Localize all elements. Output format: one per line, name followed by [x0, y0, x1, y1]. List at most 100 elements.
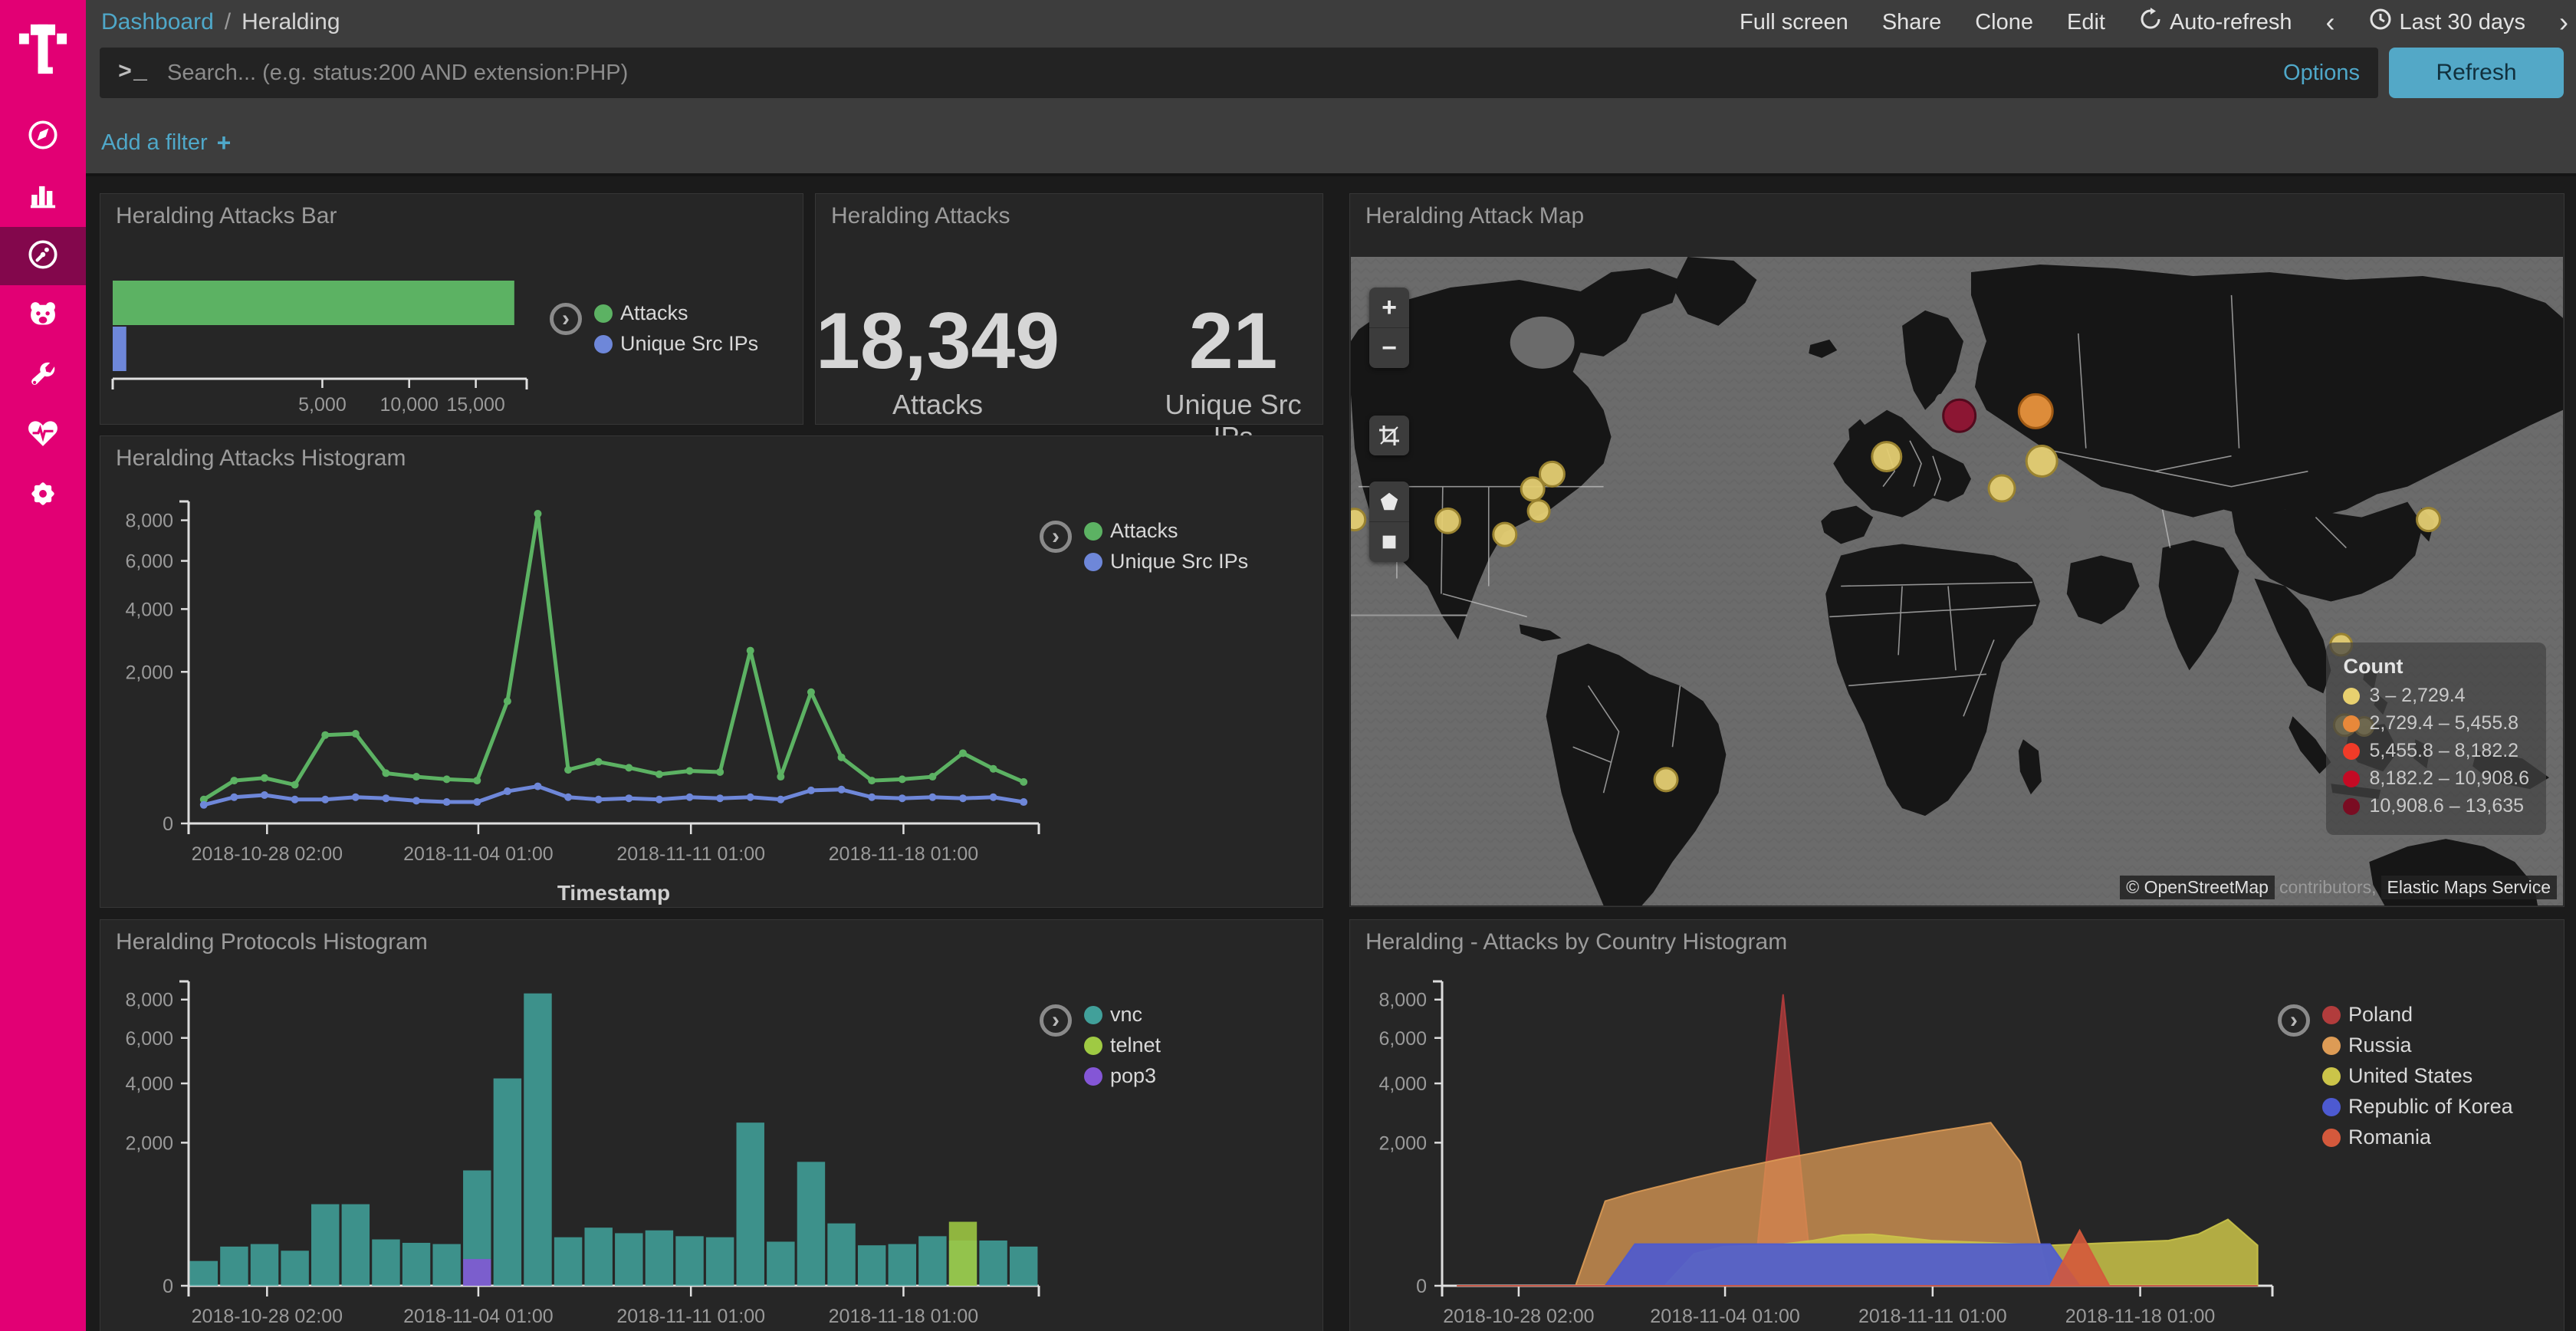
world-map[interactable]: + − Count: [1351, 257, 2563, 905]
unique-src-ips-count: 21: [1144, 301, 1322, 381]
svg-text:2018-10-28 02:00: 2018-10-28 02:00: [192, 843, 343, 865]
top-header: Dashboard / Heralding Full screen Share …: [86, 0, 2576, 176]
sidebar-item-monitoring[interactable]: [0, 406, 86, 465]
legend-expand-chevron-icon[interactable]: ›: [1040, 521, 1072, 553]
fit-bounds-crop-icon[interactable]: [1369, 416, 1409, 455]
panel-title: Heralding Attacks: [831, 203, 1010, 229]
map-legend-row: 10,908.6 – 13,635: [2343, 795, 2529, 817]
legend-expand-chevron-icon[interactable]: ›: [2278, 1004, 2310, 1037]
legend-item[interactable]: vnc: [1084, 1003, 1161, 1027]
attacks-metric: 18,349 Attacks: [816, 301, 1060, 453]
svg-text:2018-11-11 01:00: 2018-11-11 01:00: [1858, 1306, 2007, 1327]
legend-item[interactable]: Unique Src IPs: [1084, 550, 1248, 573]
svg-text:6,000: 6,000: [1378, 1028, 1427, 1050]
protocols-histogram-chart[interactable]: 02,0004,0006,0008,0002018-10-28 02:00201…: [100, 920, 1322, 1331]
bar-chart-icon: [27, 179, 59, 215]
panel-title: Heralding Attacks Bar: [116, 203, 337, 229]
sidebar-item-honeypot[interactable]: [0, 287, 86, 345]
zoom-out-button[interactable]: −: [1369, 328, 1409, 368]
svg-text:8,000: 8,000: [1378, 990, 1427, 1011]
panel-attacks-metric: Heralding Attacks 18,349 Attacks 21 Uniq…: [815, 193, 1323, 425]
svg-text:Timestamp: Timestamp: [557, 881, 670, 905]
chart-legend: › Poland Russia United States Republic of Ko…: [2278, 1003, 2513, 1149]
clone-button[interactable]: Clone: [1975, 10, 2033, 35]
map-legend-dot-icon: [2343, 771, 2360, 787]
kibana-dashboard: Dashboard / Heralding Full screen Share …: [0, 0, 2576, 1331]
draw-rectangle-icon[interactable]: [1369, 522, 1409, 562]
attacks-histogram-chart[interactable]: 02,0004,0006,0008,0002018-10-28 02:00201…: [100, 436, 1322, 909]
time-back-chevron-icon[interactable]: ‹: [2326, 8, 2335, 36]
clock-icon: [2369, 8, 2392, 37]
sidebar-item-management[interactable]: [0, 466, 86, 524]
header-divider: [86, 173, 2576, 176]
add-filter-link[interactable]: Add a filter: [101, 130, 208, 156]
search-input[interactable]: [166, 60, 2268, 87]
panel-title: Heralding - Attacks by Country Histogram: [1365, 929, 1787, 955]
metric-group: 18,349 Attacks 21 Unique Src IPs: [816, 301, 1322, 453]
legend-item[interactable]: Poland: [2322, 1003, 2513, 1027]
panel-title: Heralding Protocols Histogram: [116, 929, 428, 955]
breadcrumb-page-title: Heralding: [242, 9, 340, 35]
map-legend-row: 5,455.8 – 8,182.2: [2343, 740, 2529, 762]
map-legend-row: 2,729.4 – 5,455.8: [2343, 712, 2529, 735]
ems-attribution-link[interactable]: Elastic Maps Service: [2381, 876, 2557, 899]
time-forward-chevron-icon[interactable]: ›: [2559, 8, 2568, 36]
legend-expand-chevron-icon[interactable]: ›: [550, 303, 582, 335]
svg-text:4,000: 4,000: [125, 599, 173, 620]
svg-text:5,000: 5,000: [298, 394, 347, 416]
legend-item[interactable]: pop3: [1084, 1064, 1161, 1088]
map-legend-dot-icon: [2343, 743, 2360, 760]
edit-button[interactable]: Edit: [2067, 10, 2105, 35]
legend-item[interactable]: telnet: [1084, 1034, 1161, 1057]
share-button[interactable]: Share: [1882, 10, 1941, 35]
svg-text:2,000: 2,000: [125, 662, 173, 683]
svg-text:2018-11-11 01:00: 2018-11-11 01:00: [616, 843, 765, 865]
svg-text:4,000: 4,000: [1378, 1073, 1427, 1095]
legend-item[interactable]: United States: [2322, 1064, 2513, 1088]
legend-item[interactable]: Republic of Korea: [2322, 1095, 2513, 1119]
sidebar-item-discover[interactable]: [0, 107, 86, 166]
search-row: >_ Options Refresh: [100, 48, 2564, 98]
attacks-count: 18,349: [816, 301, 1060, 381]
legend-item[interactable]: Russia: [2322, 1034, 2513, 1057]
legend-item[interactable]: Unique Src IPs: [594, 332, 758, 356]
search-prompt-icon: >_: [118, 60, 149, 86]
svg-text:2018-10-28 02:00: 2018-10-28 02:00: [192, 1306, 343, 1327]
auto-refresh-button[interactable]: Auto-refresh: [2139, 8, 2292, 37]
time-range-picker[interactable]: Last 30 days: [2369, 8, 2525, 37]
sidebar-item-dashboard[interactable]: [0, 227, 86, 285]
legend-expand-chevron-icon[interactable]: ›: [1040, 1004, 1072, 1037]
draw-polygon-icon[interactable]: [1369, 481, 1409, 522]
legend-item[interactable]: Attacks: [594, 301, 758, 325]
legend-color-dot-icon: [2322, 1037, 2341, 1055]
sidebar-item-dev-tools[interactable]: [0, 347, 86, 405]
map-controls: + −: [1369, 288, 1409, 562]
options-link[interactable]: Options: [2283, 61, 2360, 86]
map-legend-dot-icon: [2343, 688, 2360, 705]
osm-attribution-link[interactable]: © OpenStreetMap: [2120, 876, 2275, 899]
svg-text:6,000: 6,000: [125, 551, 173, 573]
unique-src-ips-metric: 21 Unique Src IPs: [1144, 301, 1322, 453]
filter-bar: Add a filter +: [101, 129, 231, 157]
t-mobile-logo[interactable]: [0, 12, 86, 86]
chart-legend: › Attacks Unique Src IPs: [1040, 519, 1248, 573]
panel-title: Heralding Attacks Histogram: [116, 445, 406, 472]
panel-protocols-histogram: Heralding Protocols Histogram 02,0004,00…: [100, 919, 1323, 1331]
full-screen-button[interactable]: Full screen: [1740, 10, 1848, 35]
zoom-in-button[interactable]: +: [1369, 288, 1409, 328]
legend-color-dot-icon: [1084, 1067, 1102, 1086]
svg-text:2,000: 2,000: [1378, 1132, 1427, 1154]
legend-item[interactable]: Romania: [2322, 1126, 2513, 1149]
svg-text:2,000: 2,000: [125, 1132, 173, 1154]
gauge-icon: [27, 238, 59, 274]
svg-text:2018-11-18 01:00: 2018-11-18 01:00: [829, 1306, 979, 1327]
breadcrumb-dashboard-link[interactable]: Dashboard: [101, 9, 214, 35]
panel-country-histogram: Heralding - Attacks by Country Histogram…: [1349, 919, 2564, 1331]
legend-color-dot-icon: [2322, 1098, 2341, 1116]
svg-text:2018-11-18 01:00: 2018-11-18 01:00: [829, 843, 979, 865]
legend-item[interactable]: Attacks: [1084, 519, 1248, 543]
refresh-button[interactable]: Refresh: [2389, 48, 2564, 98]
svg-text:2018-11-18 01:00: 2018-11-18 01:00: [2065, 1306, 2216, 1327]
plus-icon[interactable]: +: [217, 129, 232, 157]
sidebar-item-visualize[interactable]: [0, 167, 86, 225]
